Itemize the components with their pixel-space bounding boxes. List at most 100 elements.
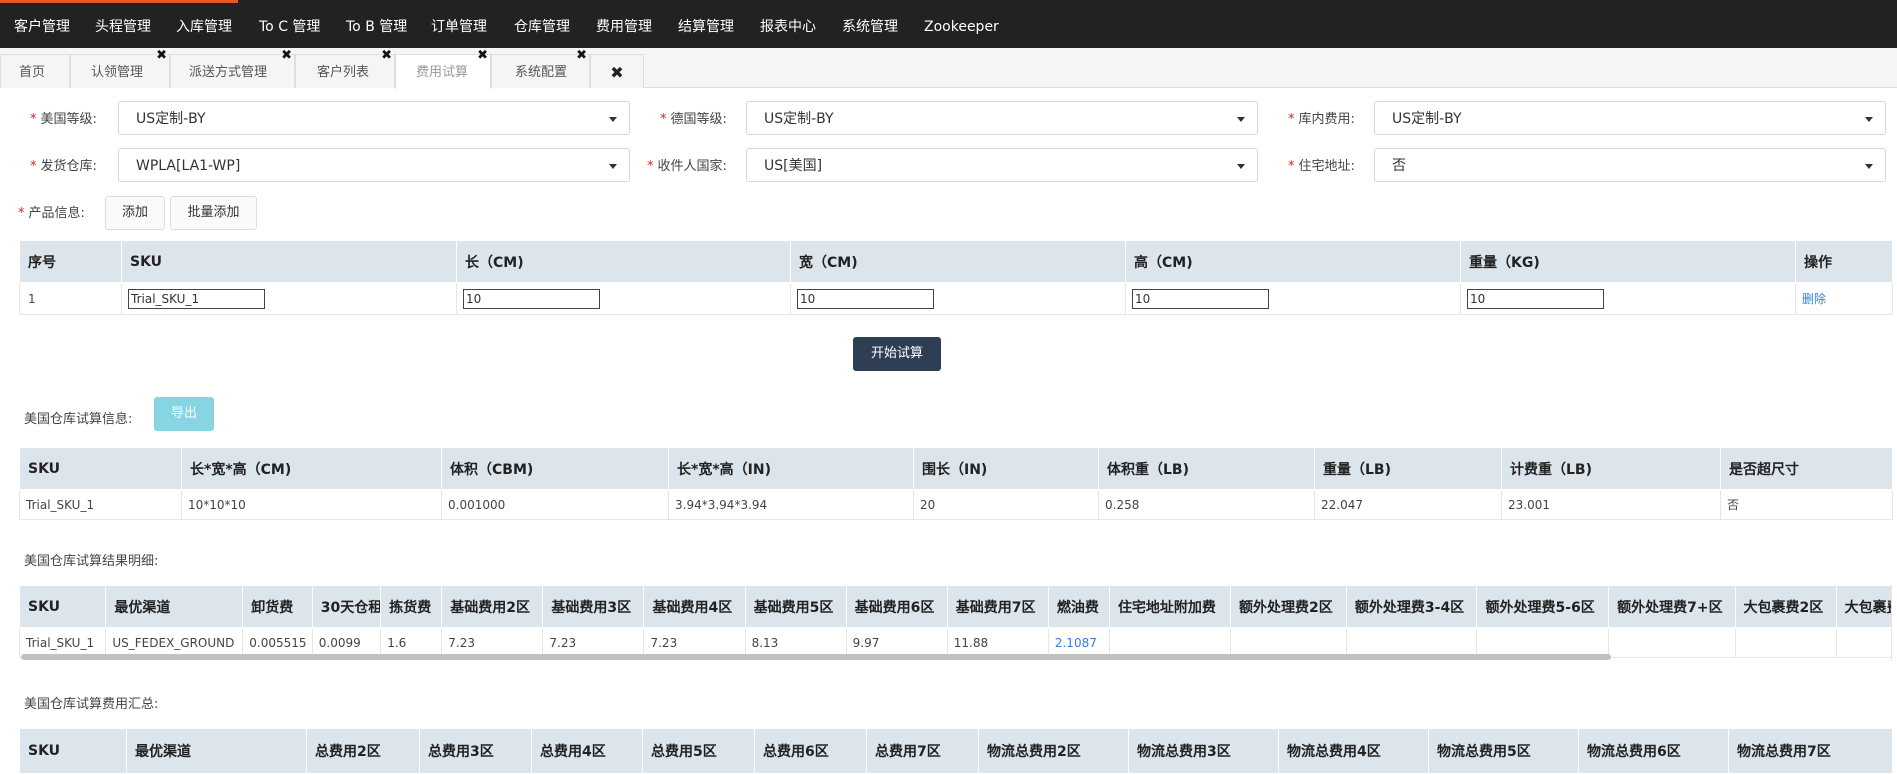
close-icon[interactable]: ✖ bbox=[477, 46, 488, 66]
tab-customer-list[interactable]: 客户列表 ✖ bbox=[295, 48, 395, 88]
nav-settlement-management[interactable]: 结算管理 bbox=[678, 0, 734, 48]
storage-fee-select[interactable]: US定制-BY bbox=[1374, 101, 1886, 135]
tab-system-config[interactable]: 系统配置 ✖ bbox=[491, 48, 590, 88]
tab-claim-management[interactable]: 认领管理 ✖ bbox=[70, 48, 170, 88]
delete-link[interactable]: 删除 bbox=[1802, 292, 1826, 306]
close-icon[interactable]: ✖ bbox=[381, 46, 392, 66]
table-cell: 否 bbox=[1720, 489, 1893, 520]
column-header: 物流总费用7区 bbox=[1728, 728, 1893, 774]
table-cell: 11.88 bbox=[947, 627, 1049, 658]
fuel-fee-link[interactable]: 2.1087 bbox=[1048, 627, 1110, 658]
residential-select[interactable]: 否 bbox=[1374, 148, 1886, 182]
start-calc-button[interactable]: 开始试算 bbox=[853, 337, 941, 371]
chevron-down-icon bbox=[1865, 164, 1873, 169]
table-cell bbox=[1109, 627, 1232, 658]
nav-system-management[interactable]: 系统管理 bbox=[842, 0, 898, 48]
tab-delivery-method-management[interactable]: 派送方式管理 ✖ bbox=[170, 48, 295, 88]
batch-add-button[interactable]: 批量添加 bbox=[170, 196, 257, 230]
table-header-row: SKU 最优渠道 总费用2区 总费用3区 总费用4区 总费用5区 总费用6区 总… bbox=[19, 728, 1893, 774]
column-header: 总费用6区 bbox=[754, 728, 867, 774]
tab-label: 认领管理 bbox=[91, 65, 144, 80]
top-navbar: 客户管理 头程管理 入库管理 To C 管理 To B 管理 订单管理 仓库管理… bbox=[0, 0, 1897, 48]
table-cell: Trial_SKU_1 bbox=[19, 627, 107, 658]
weight-input[interactable] bbox=[1467, 288, 1604, 309]
close-icon: ✖ bbox=[610, 63, 624, 82]
chevron-down-icon bbox=[609, 164, 617, 169]
country-select[interactable]: US[美国] bbox=[746, 148, 1258, 182]
close-icon[interactable]: ✖ bbox=[281, 46, 292, 66]
nav-customer-management[interactable]: 客户管理 bbox=[14, 0, 70, 48]
length-input[interactable] bbox=[463, 288, 600, 309]
us-detail-scroll-area[interactable]: SKU 最优渠道 卸货费 30天仓租 拣货费 基础费用2区 基础费用3区 基础费… bbox=[19, 585, 1892, 661]
column-header: 序号 bbox=[19, 240, 122, 283]
nav-fee-management[interactable]: 费用管理 bbox=[596, 0, 652, 48]
column-header: 拣货费 bbox=[380, 585, 443, 628]
column-header: 基础费用3区 bbox=[542, 585, 645, 628]
storage-fee-label: * 库内费用: bbox=[1288, 112, 1355, 127]
export-button[interactable]: 导出 bbox=[154, 397, 214, 431]
column-header: 基础费用2区 bbox=[441, 585, 544, 628]
close-icon[interactable]: ✖ bbox=[156, 46, 167, 66]
column-header: SKU bbox=[19, 447, 182, 490]
nav-order-management[interactable]: 订单管理 bbox=[431, 0, 487, 48]
column-header: 基础费用6区 bbox=[845, 585, 948, 628]
column-header: 计费重（LB) bbox=[1501, 447, 1721, 490]
nav-tob-management[interactable]: To B 管理 bbox=[346, 0, 407, 48]
column-header: 操作 bbox=[1795, 240, 1893, 283]
us-level-select[interactable]: US定制-BY bbox=[118, 101, 630, 135]
column-header: 大包裹费3-4区 bbox=[1835, 585, 1891, 628]
column-header: SKU bbox=[19, 585, 107, 628]
warehouse-select[interactable]: WPLA[LA1-WP] bbox=[118, 148, 630, 182]
chevron-down-icon bbox=[1237, 117, 1245, 122]
column-header: 基础费用5区 bbox=[744, 585, 847, 628]
table-cell bbox=[1230, 627, 1347, 658]
height-input[interactable] bbox=[1132, 288, 1269, 309]
column-header: 大包裹费2区 bbox=[1734, 585, 1837, 628]
table-header-row: 序号 SKU 长（CM) 宽（CM) 高（CM) 重量（KG) 操作 bbox=[19, 240, 1893, 283]
tab-label: 首页 bbox=[19, 65, 46, 80]
add-product-button[interactable]: 添加 bbox=[105, 196, 165, 230]
chevron-down-icon bbox=[1865, 117, 1873, 122]
warehouse-label: * 发货仓库: bbox=[30, 159, 97, 174]
table-cell: 0.258 bbox=[1098, 489, 1315, 520]
table-cell bbox=[1608, 627, 1736, 658]
close-all-tabs-button[interactable]: ✖ bbox=[590, 54, 644, 88]
tab-home[interactable]: 首页 bbox=[0, 54, 70, 88]
table-cell: 7.23 bbox=[542, 627, 645, 658]
table-cell: 3.94*3.94*3.94 bbox=[668, 489, 914, 520]
table-cell bbox=[1346, 627, 1478, 658]
table-cell: 0.0099 bbox=[312, 627, 382, 658]
table-cell: 22.047 bbox=[1314, 489, 1502, 520]
us-detail-title: 美国仓库试算结果明细: bbox=[24, 554, 159, 569]
column-header: 围长（IN) bbox=[913, 447, 1099, 490]
column-header: 物流总费用4区 bbox=[1278, 728, 1429, 774]
column-header: 物流总费用3区 bbox=[1128, 728, 1279, 774]
nav-toc-management[interactable]: To C 管理 bbox=[259, 0, 320, 48]
us-summary-table: SKU 最优渠道 总费用2区 总费用3区 总费用4区 总费用5区 总费用6区 总… bbox=[19, 728, 1893, 774]
close-icon[interactable]: ✖ bbox=[576, 46, 587, 66]
column-header: 物流总费用6区 bbox=[1578, 728, 1729, 774]
nav-report-center[interactable]: 报表中心 bbox=[760, 0, 816, 48]
nav-warehouse-management[interactable]: 仓库管理 bbox=[514, 0, 570, 48]
table-header-row: SKU 长*宽*高（CM) 体积（CBM) 长*宽*高（IN) 围长（IN) 体… bbox=[19, 447, 1893, 490]
de-level-select[interactable]: US定制-BY bbox=[746, 101, 1258, 135]
nav-first-leg-management[interactable]: 头程管理 bbox=[95, 0, 151, 48]
table-cell: 1.6 bbox=[380, 627, 443, 658]
width-input[interactable] bbox=[797, 288, 934, 309]
table-cell: 7.23 bbox=[441, 627, 544, 658]
sku-input[interactable] bbox=[128, 288, 265, 309]
column-header: 物流总费用5区 bbox=[1428, 728, 1579, 774]
table-header-row: SKU 最优渠道 卸货费 30天仓租 拣货费 基础费用2区 基础费用3区 基础费… bbox=[19, 585, 1891, 628]
nav-inbound-management[interactable]: 入库管理 bbox=[176, 0, 232, 48]
tab-bar: 首页 认领管理 ✖ 派送方式管理 ✖ 客户列表 ✖ 费用试算 ✖ 系统配置 ✖ ✖ bbox=[0, 48, 1897, 89]
horizontal-scrollbar[interactable] bbox=[21, 654, 1611, 660]
tab-fee-trial[interactable]: 费用试算 ✖ bbox=[395, 48, 491, 89]
column-header: 长*宽*高（CM) bbox=[181, 447, 442, 490]
table-cell bbox=[1735, 627, 1837, 658]
column-header: 总费用3区 bbox=[419, 728, 532, 774]
nav-zookeeper[interactable]: Zookeeper bbox=[924, 0, 999, 48]
column-header: 长*宽*高（IN) bbox=[668, 447, 914, 490]
us-detail-table: SKU 最优渠道 卸货费 30天仓租 拣货费 基础费用2区 基础费用3区 基础费… bbox=[19, 585, 1891, 658]
chevron-down-icon bbox=[609, 117, 617, 122]
column-header: 住宅地址附加费 bbox=[1108, 585, 1232, 628]
